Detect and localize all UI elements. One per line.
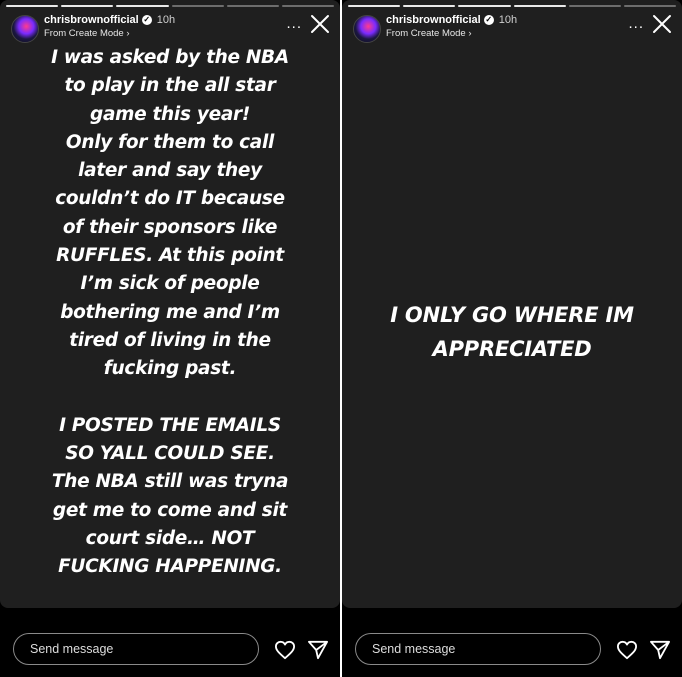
story-footer: Send message [0,608,340,677]
create-mode-label: From Create Mode [386,28,466,39]
story-progress-bar [348,5,677,7]
chevron-right-icon: › [468,28,472,39]
story-panel-right: chrisbrownofficial ✓ 10h From Create Mode … [342,0,682,677]
more-options-icon[interactable]: ... [628,15,644,32]
send-message-input[interactable]: Send message [13,633,259,665]
story-card[interactable]: chrisbrownofficial ✓ 10h From Create Mode … [0,0,340,608]
post-time: 10h [498,14,518,26]
story-header: chrisbrownofficial ✓ 10h From Create Mode … [350,12,674,44]
avatar[interactable] [11,15,39,43]
username[interactable]: chrisbrownofficial [44,14,139,26]
story-viewer-comparison: chrisbrownofficial ✓ 10h From Create Mode … [0,0,682,677]
username[interactable]: chrisbrownofficial [386,14,481,26]
more-options-icon[interactable]: ... [286,15,302,32]
verified-badge-icon: ✓ [141,15,152,26]
send-icon[interactable] [649,640,671,660]
create-mode-link[interactable]: From Create Mode › [386,28,472,39]
story-text: I ONLY GO WHERE IM APPRECIATED [390,303,634,361]
heart-icon[interactable] [274,640,296,660]
story-progress-bar [6,5,335,7]
create-mode-link[interactable]: From Create Mode › [44,28,130,39]
username-row[interactable]: chrisbrownofficial ✓ 10h [386,14,517,26]
story-header: chrisbrownofficial ✓ 10h From Create Mode … [8,12,332,44]
send-message-input[interactable]: Send message [355,633,601,665]
avatar[interactable] [353,15,381,43]
story-footer: Send message [342,608,682,677]
send-icon[interactable] [307,640,329,660]
story-panel-left: chrisbrownofficial ✓ 10h From Create Mode … [0,0,340,677]
story-text: I was asked by the NBA to play in the al… [51,47,289,578]
story-card[interactable]: chrisbrownofficial ✓ 10h From Create Mode … [342,0,682,608]
heart-icon[interactable] [616,640,638,660]
close-icon[interactable] [650,12,674,36]
username-row[interactable]: chrisbrownofficial ✓ 10h [44,14,175,26]
create-mode-label: From Create Mode [44,28,124,39]
verified-badge-icon: ✓ [483,15,494,26]
post-time: 10h [156,14,176,26]
chevron-right-icon: › [126,28,130,39]
close-icon[interactable] [308,12,332,36]
